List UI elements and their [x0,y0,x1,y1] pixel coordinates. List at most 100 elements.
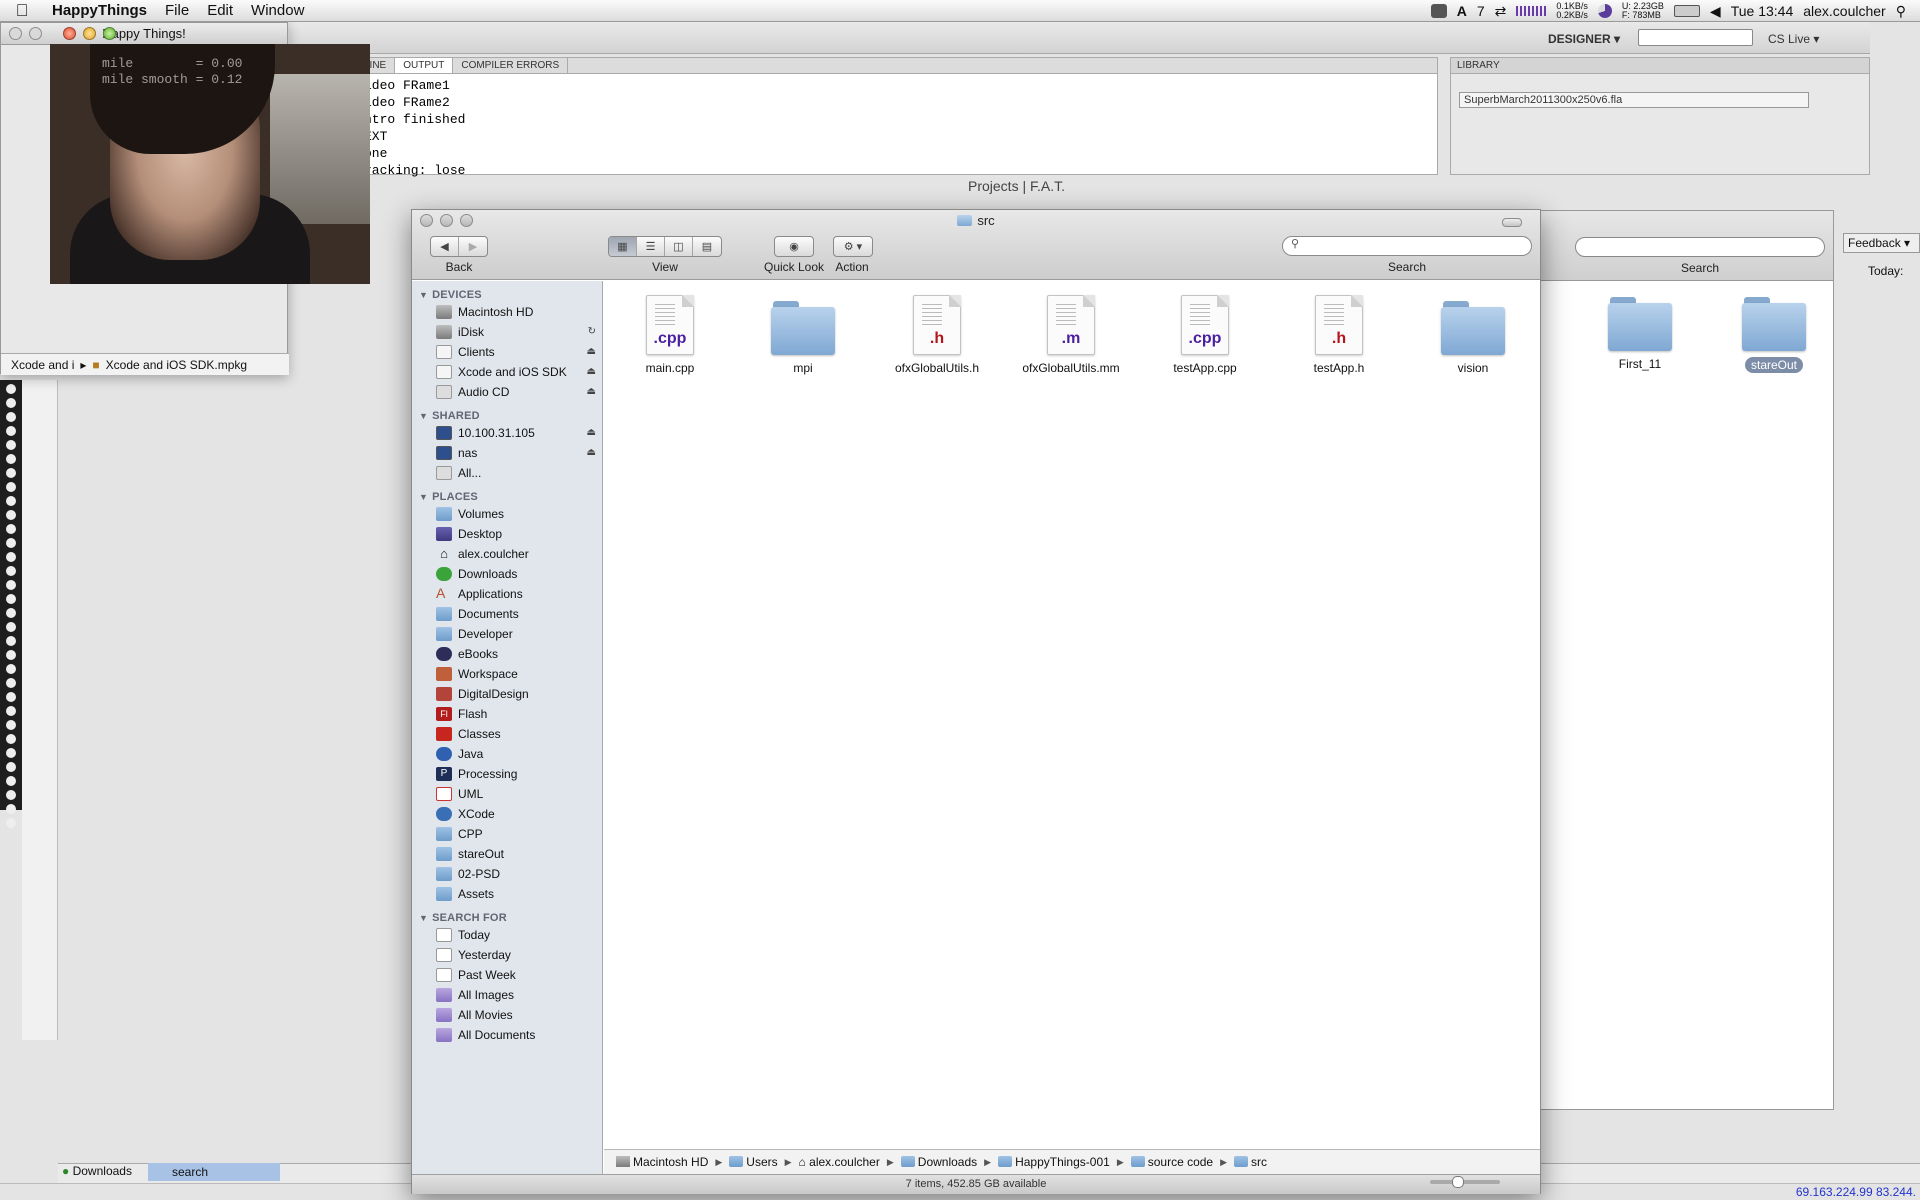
eject-icon[interactable]: ⏏ [587,366,596,377]
library-tab[interactable]: LIBRARY [1451,58,1869,74]
browser-item-selected[interactable]: Xcode and iOS SDK.mpkg [106,358,247,372]
background-search-input[interactable] [1575,237,1825,257]
sidebar-item-developer[interactable]: Developer [412,624,602,644]
sidebar-item-stareout[interactable]: stareOut [412,844,602,864]
volume-icon[interactable]: ◀ [1710,3,1721,20]
path-source-code[interactable]: source code [1130,1155,1213,1169]
browser-item[interactable]: Xcode and i [11,358,74,372]
sidebar-item-xcode-sdk[interactable]: Xcode and iOS SDK ⏏ [412,362,602,382]
tab-output[interactable]: OUTPUT [395,58,454,73]
file-item[interactable]: .cpp main.cpp [604,295,736,375]
path-src[interactable]: src [1234,1155,1267,1169]
battery-icon[interactable] [1673,5,1700,17]
folder-item[interactable]: mpi [737,295,869,375]
feedback-button[interactable]: Feedback ▾ [1843,233,1920,253]
sync-icon[interactable]: ↻ [588,326,596,337]
apple-menu-icon[interactable]:  [0,1,44,21]
happy-things-titlebar[interactable]: Happy Things! [1,23,287,45]
downloads-tab[interactable]: ● Downloads [62,1164,132,1178]
file-item[interactable]: .h ofxGlobalUtils.h [871,295,1003,375]
sidebar-item-uml[interactable]: UML [412,784,602,804]
eject-icon[interactable]: ⏏ [587,427,596,438]
path-users[interactable]: Users [729,1155,778,1169]
clock[interactable]: Tue 13:44 [1731,3,1794,19]
folder-item[interactable]: First_11 [1585,291,1695,371]
sidebar-item-all-documents[interactable]: All Documents [412,1025,602,1045]
sidebar-item-downloads[interactable]: Downloads [412,564,602,584]
sidebar-item-processing[interactable]: P Processing [412,764,602,784]
sidebar-item-past-week[interactable]: Past Week [412,965,602,985]
search-input[interactable]: ⚲ [1282,236,1532,256]
close-button[interactable] [9,27,22,40]
path-home[interactable]: ⌂ alex.coulcher [799,1155,880,1169]
sidebar-item-ebooks[interactable]: eBooks [412,644,602,664]
sidebar-item-xcode[interactable]: XCode [412,804,602,824]
sidebar-item-cpp[interactable]: CPP [412,824,602,844]
file-item[interactable]: .m ofxGlobalUtils.mm [1005,295,1137,375]
adobe-updater-icon[interactable]: A [1457,3,1467,19]
eject-icon[interactable]: ⏏ [587,447,596,458]
menu-window[interactable]: Window [242,0,313,22]
tab-compiler-errors[interactable]: COMPILER ERRORS [453,58,569,73]
sidebar-item-all[interactable]: All... [412,463,602,483]
sidebar-item-home[interactable]: ⌂ alex.coulcher [412,544,602,564]
sidebar-section-search-for[interactable]: ▼ SEARCH FOR [419,910,602,925]
sync-icon[interactable]: ⇄ [1495,3,1507,20]
workspace-switcher[interactable]: DESIGNER ▾ [1548,32,1620,46]
path-macintosh-hd[interactable]: Macintosh HD [616,1155,708,1169]
sidebar-item-audio-cd[interactable]: Audio CD ⏏ [412,382,602,402]
icon-view-button[interactable]: ▦ [609,237,637,256]
sidebar-item-macintosh-hd[interactable]: Macintosh HD [412,302,602,322]
spotlight-icon[interactable]: ⚲ [1896,3,1906,20]
file-item[interactable]: .h testApp.h [1273,295,1405,375]
cs-live-menu[interactable]: CS Live ▾ [1768,32,1819,46]
menu-file[interactable]: File [156,0,198,22]
cpu-pie-icon[interactable] [1597,4,1612,18]
minimize-active-button[interactable] [83,27,96,40]
user-menu[interactable]: alex.coulcher [1803,3,1886,19]
sidebar-section-devices[interactable]: ▼ DEVICES [419,287,602,302]
sidebar-item-flash[interactable]: Fl Flash [412,704,602,724]
sidebar-item-documents[interactable]: Documents [412,604,602,624]
sidebar-item-workspace[interactable]: Workspace [412,664,602,684]
sidebar-section-places[interactable]: ▼ PLACES [419,489,602,504]
toolbar-toggle-button[interactable] [1502,218,1522,227]
sidebar-item-applications[interactable]: A Applications [412,584,602,604]
minimize-button[interactable] [29,27,42,40]
sidebar-item-java[interactable]: Java [412,744,602,764]
zoom-button[interactable] [103,27,116,40]
forward-button[interactable]: ▶ [459,237,487,256]
list-view-button[interactable]: ☰ [637,237,665,256]
eye-icon[interactable]: ◉ [775,237,813,256]
folder-item[interactable]: vision [1407,295,1539,375]
sidebar-item-idisk[interactable]: iDisk ↻ [412,322,602,342]
close-active-button[interactable] [63,27,76,40]
sidebar-item-today[interactable]: Today [412,925,602,945]
sidebar-section-shared[interactable]: ▼ SHARED [419,408,602,423]
column-view-button[interactable]: ◫ [665,237,693,256]
gear-icon[interactable]: ⚙ ▾ [834,237,872,256]
sidebar-item-all-movies[interactable]: All Movies [412,1005,602,1025]
sidebar-item-server[interactable]: 10.100.31.105 ⏏ [412,423,602,443]
sidebar-item-digitaldesign[interactable]: DigitalDesign [412,684,602,704]
back-button[interactable]: ◀ [431,237,459,256]
app-menu[interactable]: HappyThings [44,0,156,22]
sidebar-item-all-images[interactable]: All Images [412,985,602,1005]
sidebar-item-yesterday[interactable]: Yesterday [412,945,602,965]
sidebar-item-desktop[interactable]: Desktop [412,524,602,544]
sidebar-item-clients[interactable]: Clients ⏏ [412,342,602,362]
search-tab[interactable]: search [148,1163,280,1181]
coverflow-view-button[interactable]: ▤ [693,237,721,256]
flash-help-search-input[interactable] [1638,29,1753,46]
icon-size-slider[interactable] [1430,1176,1500,1188]
sidebar-item-volumes[interactable]: Volumes [412,504,602,524]
folder-item-selected[interactable]: stareOut [1719,291,1829,373]
file-item[interactable]: .cpp testApp.cpp [1139,295,1271,375]
sidebar-item-classes[interactable]: Classes [412,724,602,744]
activity-graph-icon[interactable] [1516,6,1547,16]
library-file-select[interactable]: SuperbMarch2011300x250v6.fla [1459,92,1809,108]
path-happythings[interactable]: HappyThings-001 [998,1155,1110,1169]
path-downloads[interactable]: Downloads [900,1155,977,1169]
eject-icon[interactable]: ⏏ [587,346,596,357]
chat-icon[interactable] [1430,4,1447,18]
